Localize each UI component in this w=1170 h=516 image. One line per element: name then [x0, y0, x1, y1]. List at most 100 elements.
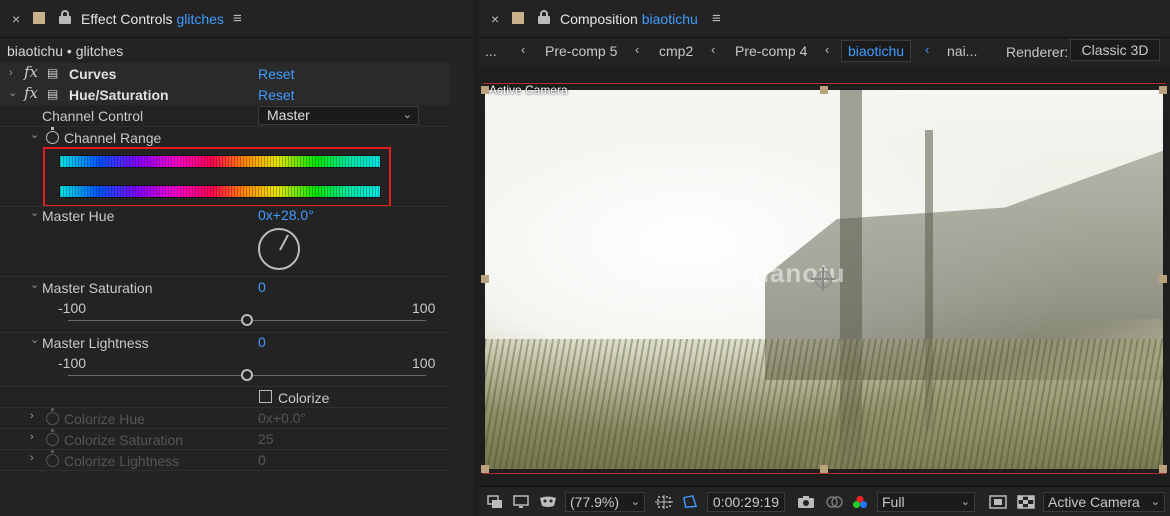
twirl-closed-icon[interactable]: ›	[30, 410, 34, 422]
lock-icon[interactable]	[59, 10, 71, 24]
twirl-closed-icon[interactable]: ›	[30, 431, 34, 443]
close-icon[interactable]: ×	[491, 11, 499, 27]
timecode-field[interactable]: 0:00:29:19	[707, 492, 785, 512]
master-saturation-slider-handle[interactable]	[241, 314, 253, 326]
divider	[0, 449, 450, 450]
transform-handle[interactable]	[481, 275, 489, 283]
reset-link-hue-saturation[interactable]: Reset	[258, 87, 295, 103]
zoom-dropdown[interactable]: (77.9%) ⌄	[565, 492, 645, 512]
panel-swatch-icon	[33, 12, 45, 24]
composition-frame[interactable]: nanotu	[485, 90, 1163, 469]
breadcrumb-item[interactable]: cmp2	[659, 43, 693, 59]
composition-viewer[interactable]: nanotu Active Camera	[479, 67, 1170, 486]
fx-icon[interactable]: fx	[24, 63, 38, 81]
transform-handle[interactable]	[1159, 86, 1167, 94]
mask-visibility-icon[interactable]	[539, 495, 557, 509]
fast-previews-icon[interactable]	[989, 495, 1007, 509]
master-hue-value[interactable]: 0x+28.0°	[258, 207, 314, 223]
twirl-closed-icon[interactable]: ›	[30, 452, 34, 464]
panel-title: Effect Controls glitches	[81, 11, 224, 27]
region-of-interest-icon[interactable]	[655, 495, 673, 509]
channel-rgb-icon[interactable]	[851, 495, 869, 509]
resolution-value: Full	[882, 494, 905, 510]
colorize-checkbox[interactable]	[259, 390, 272, 403]
chevron-down-icon: ⌄	[402, 109, 412, 121]
twirl-open-icon[interactable]: ⌄	[30, 206, 39, 219]
panel-swatch-icon	[512, 12, 524, 24]
master-hue-dial[interactable]	[258, 228, 300, 270]
slider-max-label: 100	[412, 300, 436, 316]
renderer-label: Renderer:	[1006, 44, 1069, 60]
panel-title-text: Composition	[560, 11, 638, 27]
composition-name[interactable]: biaotichu	[642, 11, 698, 27]
channel-control-label: Channel Control	[42, 108, 144, 124]
transform-handle[interactable]	[820, 86, 828, 94]
3d-view-value: Active Camera	[1048, 494, 1140, 510]
hue-range-strip-top[interactable]	[59, 155, 381, 168]
effect-row-curves[interactable]	[0, 63, 450, 84]
colorize-hue-value: 0x+0.0°	[258, 410, 307, 426]
master-lightness-slider-handle[interactable]	[241, 369, 253, 381]
hamburger-menu-icon[interactable]: ≡	[233, 10, 242, 27]
breadcrumb-overflow[interactable]: ...	[485, 43, 497, 59]
divider	[0, 126, 450, 127]
master-saturation-value[interactable]: 0	[258, 279, 266, 295]
colorize-saturation-label: Colorize Saturation	[64, 432, 184, 448]
colorize-lightness-label: Colorize Lightness	[64, 453, 180, 469]
hue-range-strip-bottom[interactable]	[59, 185, 381, 198]
breadcrumb-active[interactable]: biaotichu	[841, 40, 912, 62]
transform-handle[interactable]	[1159, 465, 1167, 473]
breadcrumb-item[interactable]: Pre-comp 5	[545, 43, 617, 59]
transparency-grid-icon[interactable]	[681, 495, 699, 509]
close-icon[interactable]: ×	[12, 11, 20, 27]
channel-control-dropdown[interactable]: Master ⌄	[258, 106, 419, 125]
transform-handle[interactable]	[481, 465, 489, 473]
reset-link-curves[interactable]: Reset	[258, 66, 295, 82]
twirl-open-icon[interactable]: ⌄	[30, 278, 39, 291]
panel-title-text: Effect Controls	[81, 11, 173, 27]
colorize-lightness-value: 0	[258, 452, 266, 468]
master-lightness-value[interactable]: 0	[258, 334, 266, 350]
master-lightness-label: Master Lightness	[42, 335, 149, 351]
panel-layer-name[interactable]: glitches	[176, 11, 223, 27]
lock-icon[interactable]	[538, 10, 550, 24]
show-snapshot-icon[interactable]	[825, 495, 843, 509]
fx-icon[interactable]: fx	[24, 84, 38, 102]
effect-controls-header: × Effect Controls glitches ≡	[0, 0, 473, 38]
stopwatch-icon	[46, 429, 59, 446]
viewer-toolbar: (77.9%) ⌄ 0:00:29:19 Full ⌄ Active Camer…	[479, 486, 1170, 516]
always-preview-icon[interactable]	[487, 495, 503, 509]
twirl-open-icon[interactable]: ⌄	[8, 86, 17, 99]
monitor-icon[interactable]	[513, 495, 529, 509]
channel-range-highlight	[43, 147, 391, 207]
layer-breadcrumb: biaotichu • glitches	[7, 43, 124, 59]
hamburger-menu-icon[interactable]: ≡	[712, 10, 721, 27]
composition-header: × Composition biaotichu ≡	[479, 0, 1170, 38]
stopwatch-icon	[46, 408, 59, 425]
breadcrumb-item[interactable]: nai...	[947, 43, 977, 59]
transform-handle[interactable]	[820, 465, 828, 473]
slider-max-label: 100	[412, 355, 436, 371]
master-hue-label: Master Hue	[42, 208, 115, 224]
effect-preset-icon: ▤	[47, 66, 59, 80]
twirl-open-icon[interactable]: ⌄	[30, 128, 39, 141]
3d-view-dropdown[interactable]: Active Camera ⌄	[1043, 492, 1165, 512]
divider	[0, 470, 450, 471]
composition-breadcrumbs: ... ‹ Pre-comp 5 ‹ cmp2 ‹ Pre-comp 4 ‹ b…	[479, 38, 1170, 64]
effect-row-hue-saturation[interactable]	[0, 84, 450, 105]
transform-handle[interactable]	[1159, 275, 1167, 283]
image-grass	[485, 339, 1163, 469]
twirl-closed-icon[interactable]: ›	[9, 67, 13, 79]
transparency-checkerboard-icon[interactable]	[1017, 495, 1035, 509]
renderer-dropdown[interactable]: Classic 3D	[1070, 39, 1160, 61]
twirl-open-icon[interactable]: ⌄	[30, 333, 39, 346]
effect-name-curves: Curves	[69, 66, 117, 82]
stopwatch-icon[interactable]	[46, 127, 59, 144]
colorize-label: Colorize	[278, 390, 330, 406]
chevron-down-icon: ⌄	[960, 496, 970, 508]
transform-handle[interactable]	[481, 86, 489, 94]
anchor-point-icon[interactable]	[811, 267, 835, 291]
camera-snapshot-icon[interactable]	[797, 495, 815, 509]
breadcrumb-item[interactable]: Pre-comp 4	[735, 43, 807, 59]
resolution-dropdown[interactable]: Full ⌄	[877, 492, 975, 512]
